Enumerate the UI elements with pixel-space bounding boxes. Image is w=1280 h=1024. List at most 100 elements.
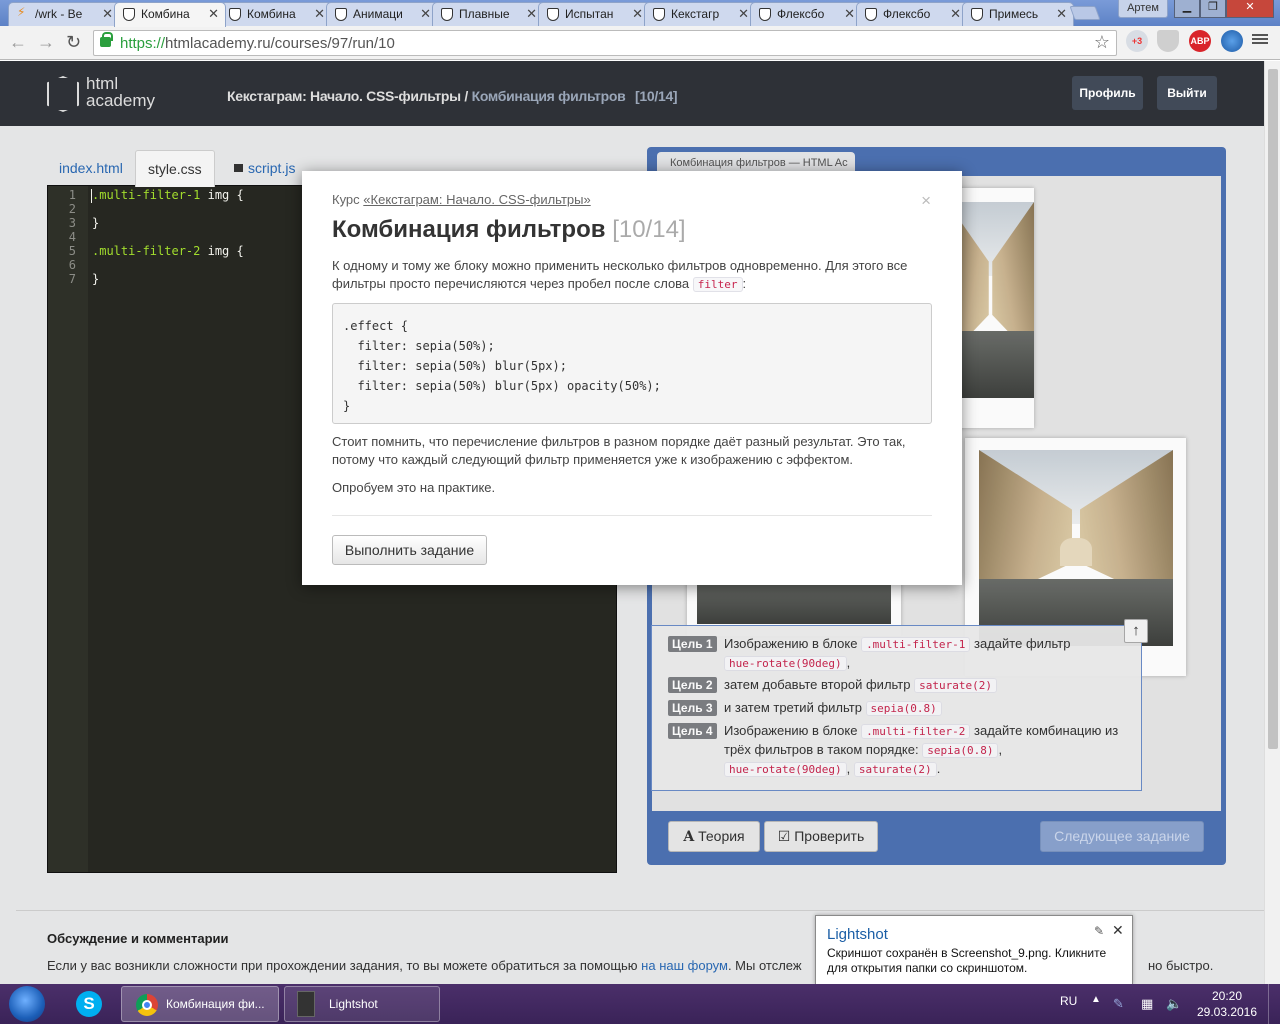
tab-script-label: script.js xyxy=(248,160,296,176)
profile-button[interactable]: Профиль xyxy=(1072,76,1143,110)
course-link[interactable]: «Кекстаграм: Начало. CSS-фильтры» xyxy=(363,192,590,207)
scrollbar-thumb[interactable] xyxy=(1268,69,1278,749)
browser-tab[interactable]: ⚡ /wrk - Ве ✕ xyxy=(8,2,120,26)
logout-button[interactable]: Выйти xyxy=(1157,76,1217,110)
browser-tab[interactable]: Плавные ✕ xyxy=(432,2,544,26)
code-line[interactable]: .multi-filter-1 img { xyxy=(92,188,244,202)
close-tab-icon[interactable]: ✕ xyxy=(420,6,431,22)
logo-text[interactable]: html academy xyxy=(86,75,155,109)
htmlacademy-icon xyxy=(229,8,241,21)
page-scrollbar[interactable] xyxy=(1264,61,1280,984)
line-number: 7 xyxy=(68,272,76,286)
browser-tab[interactable]: Комбина ✕ xyxy=(114,2,226,27)
shield-extension-icon[interactable] xyxy=(1157,30,1179,52)
collapse-goals-button[interactable]: ↑ xyxy=(1124,619,1148,643)
text-cursor xyxy=(91,189,92,203)
code-text: img { xyxy=(200,188,244,202)
close-tab-icon[interactable]: ✕ xyxy=(1056,6,1067,22)
close-window-button[interactable]: ✕ xyxy=(1226,0,1274,18)
browser-tab[interactable]: Флексбо ✕ xyxy=(750,2,862,26)
forum-link[interactable]: на наш форум xyxy=(641,958,728,973)
bookmark-star-icon[interactable]: ☆ xyxy=(1094,32,1110,53)
tab-index-html[interactable]: index.html xyxy=(47,150,135,187)
modal-course: Курс «Кекстаграм: Начало. CSS-фильтры» xyxy=(332,192,591,207)
url-text[interactable]: https://htmlacademy.ru/courses/97/run/10 xyxy=(120,35,395,52)
browser-tab-label: Кекстагр xyxy=(671,7,720,21)
next-task-button[interactable]: Следующее задание xyxy=(1040,821,1204,852)
htmlacademy-icon xyxy=(335,8,347,21)
browser-tab[interactable]: Испытан ✕ xyxy=(538,2,650,26)
forward-icon[interactable]: → xyxy=(37,32,55,53)
check-button[interactable]: ☑ Проверить xyxy=(764,821,878,852)
breadcrumb-course[interactable]: Кекстаграм: Начало. CSS-фильтры / xyxy=(227,88,468,104)
theory-button[interactable]: A Теория xyxy=(668,821,760,852)
minimize-button[interactable]: ▁ xyxy=(1174,0,1200,18)
reload-icon[interactable]: ↻ xyxy=(66,32,81,53)
show-hidden-icons[interactable]: ▲ xyxy=(1091,994,1101,1005)
breadcrumb-current: Комбинация фильтров xyxy=(471,88,626,104)
tab-script-js[interactable]: script.js xyxy=(222,150,307,187)
code-line[interactable]: } xyxy=(92,216,99,230)
close-tab-icon[interactable]: ✕ xyxy=(208,6,219,22)
browser-tab[interactable]: Кекстагр ✕ xyxy=(644,2,756,26)
close-tab-icon[interactable]: ✕ xyxy=(738,6,749,22)
maximize-button[interactable]: ❐ xyxy=(1200,0,1226,18)
code-line[interactable]: .multi-filter-2 img { xyxy=(92,244,244,258)
academy-logo-icon[interactable] xyxy=(47,76,79,112)
goal-text: задайте фильтр xyxy=(974,636,1071,651)
browser-tab[interactable]: Комбина ✕ xyxy=(220,2,332,26)
theory-modal: × Курс «Кекстаграм: Начало. CSS-фильтры»… xyxy=(302,171,962,585)
breadcrumb-count: [10/14] xyxy=(635,88,678,104)
close-tab-icon[interactable]: ✕ xyxy=(950,6,961,22)
goal-code: hue-rotate(90deg) xyxy=(724,656,847,671)
close-tab-icon[interactable]: ✕ xyxy=(632,6,643,22)
lightshot-notification[interactable]: Lightshot Скриншот сохранён в Screenshot… xyxy=(815,915,1133,985)
browser-tab[interactable]: Анимаци ✕ xyxy=(326,2,438,26)
browser-tab-label: Испытан xyxy=(565,7,614,21)
comments-text: Если у вас возникли сложности при прохож… xyxy=(47,958,802,973)
globe-extension-icon[interactable] xyxy=(1221,30,1243,52)
close-icon[interactable]: ✕ xyxy=(1112,922,1124,939)
clock[interactable]: 20:20 29.03.2016 xyxy=(1196,988,1258,1020)
chrome-menu-icon[interactable] xyxy=(1252,32,1268,48)
line-number: 4 xyxy=(68,230,76,244)
notification-message[interactable]: Скриншот сохранён в Screenshot_9.png. Кл… xyxy=(827,946,1127,976)
close-tab-icon[interactable]: ✕ xyxy=(314,6,325,22)
network-icon[interactable]: ▦ xyxy=(1141,996,1157,1012)
pin-icon[interactable]: ✎ xyxy=(1094,924,1104,938)
chrome-taskbar-button[interactable]: Комбинация фи... xyxy=(121,986,279,1022)
goal-text: и затем третий фильтр xyxy=(724,700,862,715)
adblock-icon[interactable]: ABP xyxy=(1189,30,1211,52)
start-task-button[interactable]: Выполнить задание xyxy=(332,535,487,565)
goal-badge: Цель 3 xyxy=(668,700,717,716)
close-tab-icon[interactable]: ✕ xyxy=(526,6,537,22)
goal-code: sepia(0.8) xyxy=(922,743,999,758)
start-button[interactable] xyxy=(9,986,45,1022)
lightshot-tray-icon[interactable]: ✎ xyxy=(1113,996,1129,1012)
windows-taskbar: S Комбинация фи... Lightshot xyxy=(0,984,1280,1024)
back-icon[interactable]: ← xyxy=(9,32,27,53)
task-goals-panel: Цель 1 Изображению в блоке .multi-filter… xyxy=(651,625,1142,791)
close-tab-icon[interactable]: ✕ xyxy=(102,6,113,22)
css-selector: .multi-filter-1 xyxy=(92,188,201,202)
show-desktop-button[interactable] xyxy=(1268,984,1280,1024)
htmlacademy-icon xyxy=(865,8,877,21)
line-number: 3 xyxy=(68,216,76,230)
line-number: 6 xyxy=(68,258,76,272)
comments-text-pre: Если у вас возникли сложности при прохож… xyxy=(47,958,638,973)
close-tab-icon[interactable]: ✕ xyxy=(844,6,855,22)
address-bar[interactable]: https://htmlacademy.ru/courses/97/run/10… xyxy=(93,30,1117,56)
tab-style-css[interactable]: style.css xyxy=(135,150,215,187)
browser-tab[interactable]: Флексбо ✕ xyxy=(856,2,968,26)
close-icon[interactable]: × xyxy=(921,191,931,211)
lightshot-taskbar-button[interactable]: Lightshot xyxy=(284,986,440,1022)
modal-title: Комбинация фильтров [10/14] xyxy=(332,216,686,244)
new-tab-button[interactable] xyxy=(1069,6,1101,20)
browser-tab[interactable]: Примесь ✕ xyxy=(962,2,1074,26)
volume-icon[interactable]: 🔈 xyxy=(1166,996,1182,1012)
code-line[interactable]: } xyxy=(92,272,99,286)
weather-extension-icon[interactable]: +3 xyxy=(1126,30,1148,52)
language-indicator[interactable]: RU xyxy=(1060,994,1077,1008)
profile-button[interactable]: Артем xyxy=(1118,0,1168,18)
skype-taskbar-button[interactable]: S xyxy=(66,987,110,1021)
